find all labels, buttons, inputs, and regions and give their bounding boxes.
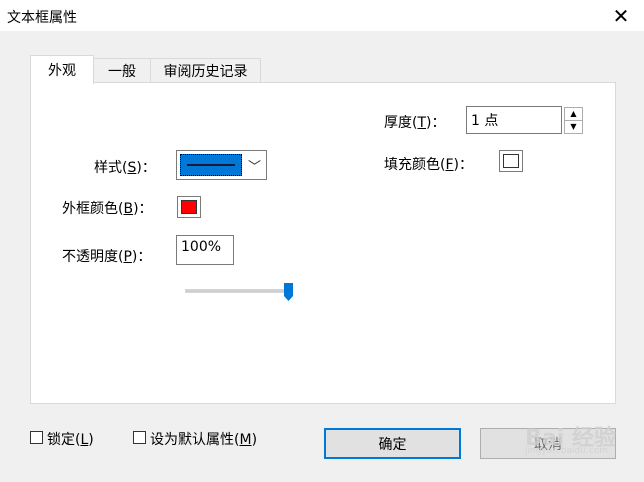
- tab-appearance[interactable]: 外观: [30, 55, 94, 84]
- thickness-spinner[interactable]: ▲ ▼: [564, 107, 583, 134]
- tab-review-history[interactable]: 审阅历史记录: [150, 58, 261, 82]
- line-style-swatch: [180, 154, 242, 176]
- ok-button[interactable]: 确定: [324, 428, 461, 459]
- watermark-url: jingyan.baidu.com: [524, 446, 608, 456]
- opacity-input[interactable]: 100%: [176, 235, 234, 265]
- thickness-label-text: 厚度: [384, 115, 412, 131]
- title-bar: 文本框属性 ✕: [0, 0, 644, 31]
- style-dropdown[interactable]: ﹀: [176, 150, 267, 180]
- opacity-value: 100%: [181, 239, 222, 255]
- default-properties-checkbox[interactable]: [133, 431, 146, 444]
- default-properties-label-text: 设为默认属性: [150, 432, 234, 448]
- window-title: 文本框属性: [7, 10, 77, 26]
- lock-checkbox[interactable]: [30, 431, 43, 444]
- fill-color-label-colon: ：: [459, 157, 473, 173]
- tab-general-label: 一般: [108, 63, 136, 80]
- fill-color-button[interactable]: [499, 150, 523, 172]
- border-color-label-key: B: [123, 201, 134, 217]
- lock-label[interactable]: 锁定(L): [47, 429, 94, 449]
- lock-label-key: L: [80, 432, 89, 448]
- thickness-value: 1 点: [471, 113, 499, 129]
- spin-up-icon[interactable]: ▲: [565, 108, 582, 121]
- opacity-label-colon: ：: [137, 249, 152, 265]
- tab-review-history-label: 审阅历史记录: [163, 63, 248, 80]
- default-properties-label[interactable]: 设为默认属性(M): [150, 429, 257, 449]
- opacity-slider-track[interactable]: [185, 289, 291, 293]
- border-color-swatch: [181, 200, 197, 214]
- tab-general[interactable]: 一般: [93, 58, 151, 82]
- border-color-label-colon: ：: [138, 201, 153, 217]
- thickness-label: 厚度(T)：: [384, 115, 446, 131]
- style-label: 样式(S)：: [94, 160, 156, 176]
- opacity-label-key: P: [123, 249, 132, 265]
- chevron-down-icon: ﹀: [247, 160, 261, 175]
- fill-color-label-key: F: [445, 157, 454, 173]
- fill-color-label: 填充颜色(F)：: [384, 157, 473, 173]
- fill-color-swatch: [503, 154, 519, 168]
- opacity-label-text: 不透明度: [62, 249, 118, 265]
- border-color-label-text: 外框颜色: [62, 201, 118, 217]
- default-properties-label-key: M: [239, 432, 252, 448]
- style-label-text: 样式: [94, 160, 122, 176]
- fill-color-label-text: 填充颜色: [384, 157, 440, 173]
- opacity-label: 不透明度(P)：: [62, 249, 152, 265]
- style-label-colon: ：: [141, 160, 156, 176]
- thickness-input[interactable]: 1 点: [466, 106, 562, 134]
- spin-down-icon[interactable]: ▼: [565, 121, 582, 133]
- thickness-label-colon: ：: [431, 115, 446, 131]
- close-button[interactable]: ✕: [598, 0, 644, 31]
- border-color-label: 外框颜色(B)：: [62, 201, 153, 217]
- lock-label-text: 锁定: [47, 432, 75, 448]
- tab-appearance-label: 外观: [48, 63, 76, 79]
- opacity-slider-fill: [186, 290, 290, 292]
- border-color-button[interactable]: [177, 196, 201, 218]
- ok-button-label: 确定: [378, 436, 407, 453]
- close-icon: ✕: [612, 3, 630, 28]
- thickness-label-key: T: [417, 115, 427, 131]
- style-label-key: S: [127, 160, 137, 176]
